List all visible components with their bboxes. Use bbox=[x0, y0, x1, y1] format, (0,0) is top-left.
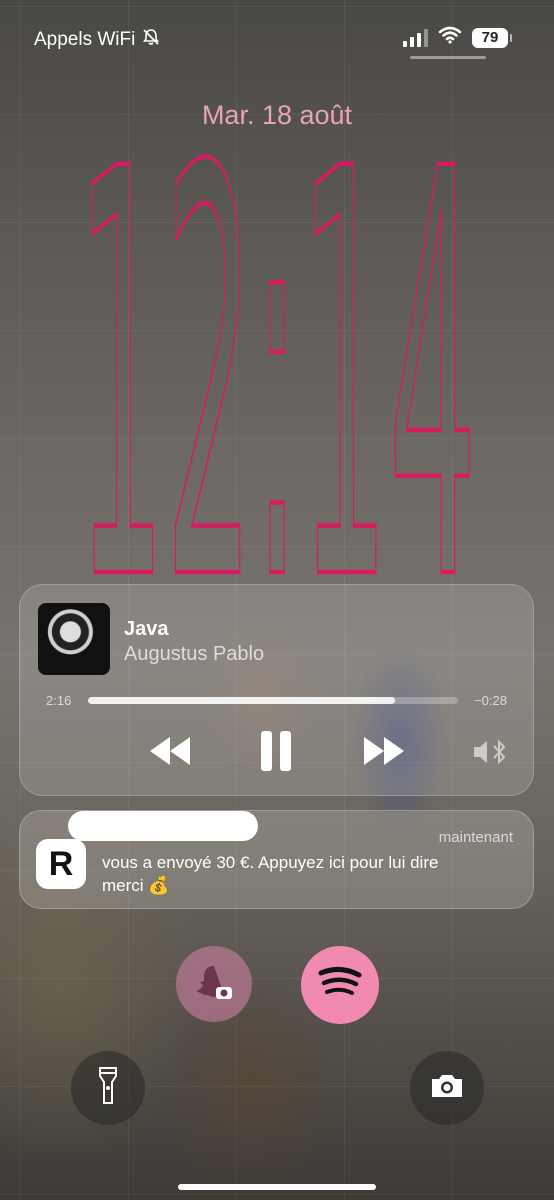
pause-button[interactable] bbox=[258, 729, 294, 778]
notification-card[interactable]: R maintenant vous a envoyé 30 €. Appuyez… bbox=[19, 810, 534, 909]
notification-time: maintenant bbox=[438, 829, 513, 846]
flashlight-button[interactable] bbox=[71, 1051, 145, 1125]
notification-body: vous a envoyé 30 €. Appuyez ici pour lui… bbox=[102, 853, 439, 895]
fast-forward-button[interactable] bbox=[360, 733, 408, 774]
flashlight-icon bbox=[96, 1066, 120, 1111]
app-icon-letter: R bbox=[48, 844, 74, 883]
playback-scrubber[interactable] bbox=[88, 697, 458, 704]
fast-forward-icon bbox=[360, 737, 408, 773]
audio-output-button[interactable] bbox=[472, 737, 512, 772]
camera-button[interactable] bbox=[410, 1051, 484, 1125]
pause-icon bbox=[258, 731, 294, 777]
snapchat-camera-icon bbox=[192, 960, 236, 1009]
remaining-time: −0:28 bbox=[474, 693, 507, 708]
redacted-sender bbox=[68, 811, 258, 841]
now-playing-widget[interactable]: Java Augustus Pablo 2:16 −0:28 bbox=[19, 584, 534, 796]
clock-time: 12:14 bbox=[77, 53, 477, 600]
spotify-icon bbox=[315, 963, 365, 1008]
lock-screen: Appels WiFi 79 Mar. 18 août 12:14 Java A… bbox=[0, 0, 554, 1200]
lock-clock: 12:14 bbox=[75, 51, 480, 600]
bluetooth-speaker-icon bbox=[472, 739, 512, 771]
playback-progress-fill bbox=[88, 697, 396, 704]
song-title: Java bbox=[124, 618, 169, 640]
spotify-shortcut[interactable] bbox=[301, 946, 379, 1024]
app-icon: R bbox=[36, 839, 86, 889]
album-art[interactable] bbox=[38, 603, 110, 675]
snapchat-shortcut[interactable] bbox=[176, 946, 252, 1022]
camera-icon bbox=[429, 1072, 465, 1105]
rewind-icon bbox=[146, 737, 194, 773]
rewind-button[interactable] bbox=[146, 733, 194, 774]
song-artist: Augustus Pablo bbox=[124, 643, 265, 665]
home-indicator[interactable] bbox=[178, 1184, 376, 1190]
elapsed-time: 2:16 bbox=[46, 693, 72, 708]
